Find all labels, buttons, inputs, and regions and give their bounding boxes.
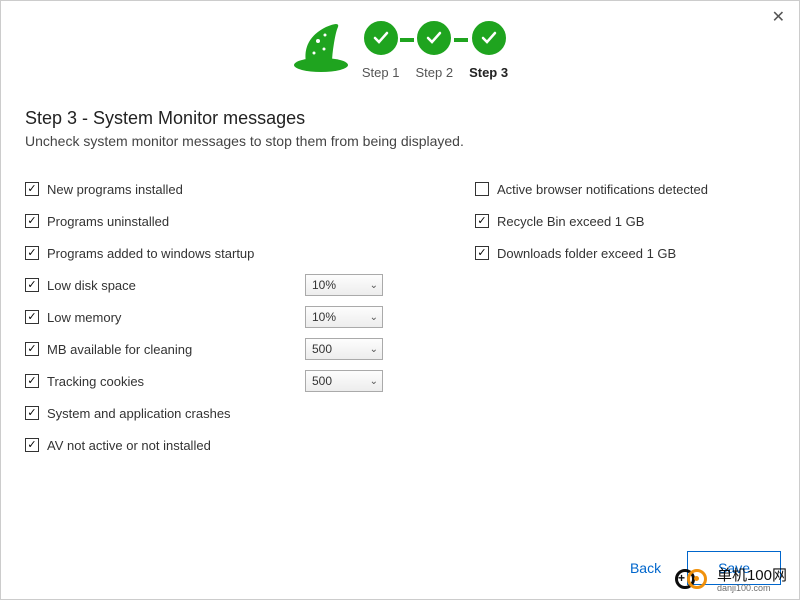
label-mb-cleaning: MB available for cleaning [47,342,297,357]
checkmark-icon [417,21,451,55]
checkbox-recycle[interactable] [475,214,489,228]
wizard-hat-icon [292,21,350,73]
step-1-label: Step 1 [362,65,400,80]
checkbox-tracking[interactable] [25,374,39,388]
checkbox-av[interactable] [25,438,39,452]
step-2: Step 2 [415,21,453,80]
save-button[interactable]: Save [687,551,781,585]
step-3: Step 3 [469,21,508,80]
select-low-memory[interactable]: 10% ⌄ [305,306,383,328]
label-uninstalled: Programs uninstalled [47,214,297,229]
checkbox-low-disk[interactable] [25,278,39,292]
checkbox-new-programs[interactable] [25,182,39,196]
select-value: 10% [312,278,336,292]
step-separator [454,38,468,42]
checkbox-crashes[interactable] [25,406,39,420]
wizard-header: Step 1 Step 2 Step 3 [1,1,799,80]
chevron-down-icon: ⌄ [370,376,378,387]
label-low-disk: Low disk space [47,278,297,293]
step-3-label: Step 3 [469,65,508,80]
select-low-disk[interactable]: 10% ⌄ [305,274,383,296]
checkmark-icon [364,21,398,55]
checkbox-downloads[interactable] [475,246,489,260]
label-startup: Programs added to windows startup [47,246,297,261]
back-button[interactable]: Back [616,552,675,584]
page-title: Step 3 - System Monitor messages [25,108,775,129]
page-subtitle: Uncheck system monitor messages to stop … [25,133,775,149]
chevron-down-icon: ⌄ [370,344,378,355]
label-low-memory: Low memory [47,310,297,325]
label-av: AV not active or not installed [47,438,297,453]
checkbox-mb-cleaning[interactable] [25,342,39,356]
label-new-programs: New programs installed [47,182,297,197]
select-value: 10% [312,310,336,324]
label-browser-notif: Active browser notifications detected [497,182,708,197]
chevron-down-icon: ⌄ [370,312,378,323]
left-column: New programs installed Programs uninstal… [25,173,445,461]
chevron-down-icon: ⌄ [370,280,378,291]
right-column: Active browser notifications detected Re… [475,173,775,461]
select-value: 500 [312,374,332,388]
label-recycle: Recycle Bin exceed 1 GB [497,214,644,229]
main-content: Step 3 - System Monitor messages Uncheck… [1,80,799,461]
step-2-label: Step 2 [415,65,453,80]
select-value: 500 [312,342,332,356]
label-tracking: Tracking cookies [47,374,297,389]
checkbox-startup[interactable] [25,246,39,260]
checkmark-icon [472,21,506,55]
footer-buttons: Back Save [616,551,781,585]
select-tracking[interactable]: 500 ⌄ [305,370,383,392]
select-mb-cleaning[interactable]: 500 ⌄ [305,338,383,360]
step-separator [400,38,414,42]
step-1: Step 1 [362,21,400,80]
step-indicator: Step 1 Step 2 Step 3 [362,21,508,80]
label-crashes: System and application crashes [47,406,297,421]
checkbox-browser-notif[interactable] [475,182,489,196]
label-downloads: Downloads folder exceed 1 GB [497,246,676,261]
checkbox-low-memory[interactable] [25,310,39,324]
close-button[interactable]: ✕ [766,5,791,29]
checkbox-uninstalled[interactable] [25,214,39,228]
